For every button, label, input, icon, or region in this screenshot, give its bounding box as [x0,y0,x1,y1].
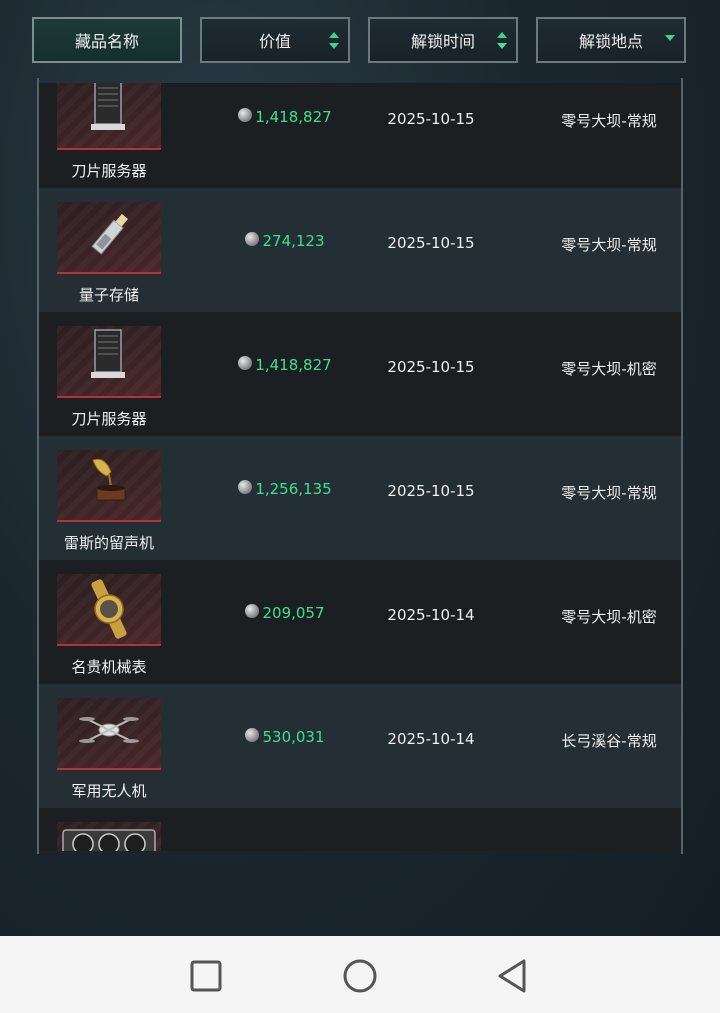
server-icon [57,326,161,398]
coin-icon [238,480,253,494]
home-icon[interactable] [340,956,380,996]
sort-name-label: 藏品名称 [74,32,139,51]
collection-row[interactable]: 名贵机械表 209,057 2025-10-14 零号大坝-机密 [39,560,681,684]
sort-value-label: 价值 [258,32,291,51]
graphics-card-icon [57,822,161,851]
item-value: 274,123 [231,232,339,250]
collection-screen: 藏品名称 价值 解锁时间 解锁地点 刀片服务器 1,418,827 2025-1… [0,0,720,936]
collection-row[interactable] [39,808,681,851]
sort-time-label: 解锁时间 [410,32,475,51]
item-value: 1,256,135 [231,480,339,498]
sort-by-location-button[interactable]: 解锁地点 [536,17,686,63]
collection-row[interactable]: 量子存储 274,123 2025-10-15 零号大坝-常规 [39,188,681,312]
collection-row[interactable]: 刀片服务器 1,418,827 2025-10-15 零号大坝-常规 [39,83,681,188]
item-name: 军用无人机 [71,782,147,800]
unlock-date: 2025-10-14 [387,730,475,748]
item-value: 1,418,827 [231,356,339,374]
sort-arrows-icon [496,31,508,53]
unlock-date: 2025-10-15 [387,110,475,128]
item-name: 量子存储 [78,286,139,304]
coin-icon [245,604,260,618]
unlock-location: 零号大坝-常规 [561,484,657,502]
item-value: 530,031 [231,728,339,746]
watch-icon [57,574,161,646]
sort-by-name-button[interactable]: 藏品名称 [32,17,182,63]
coin-icon [245,232,260,246]
usb-drive-icon [57,202,161,274]
item-value: 209,057 [231,604,339,622]
item-name: 刀片服务器 [71,162,147,180]
collection-list[interactable]: 刀片服务器 1,418,827 2025-10-15 零号大坝-常规 量子存储 … [39,83,681,851]
collection-row[interactable]: 军用无人机 530,031 2025-10-14 长弓溪谷-常规 [39,684,681,808]
value-text: 209,057 [262,604,325,622]
server-icon [57,83,161,150]
recent-apps-icon[interactable] [186,956,226,996]
item-value: 1,418,827 [231,108,339,126]
unlock-date: 2025-10-15 [387,234,475,252]
dropdown-arrow-icon [664,31,676,53]
item-name: 名贵机械表 [71,658,147,676]
unlock-date: 2025-10-15 [387,482,475,500]
sort-location-label: 解锁地点 [578,32,643,51]
sort-bar: 藏品名称 价值 解锁时间 解锁地点 [0,17,720,65]
value-text: 530,031 [262,728,325,746]
collection-row[interactable]: 刀片服务器 1,418,827 2025-10-15 零号大坝-机密 [39,312,681,436]
item-name: 雷斯的留声机 [63,534,154,552]
unlock-location: 零号大坝-机密 [561,360,657,378]
back-icon[interactable] [494,956,534,996]
unlock-date: 2025-10-14 [387,606,475,624]
sort-arrows-icon [328,31,340,53]
unlock-location: 长弓溪谷-常规 [561,732,657,750]
unlock-date: 2025-10-15 [387,358,475,376]
unlock-location: 零号大坝-机密 [561,608,657,626]
collection-row[interactable]: 雷斯的留声机 1,256,135 2025-10-15 零号大坝-常规 [39,436,681,560]
value-text: 274,123 [262,232,325,250]
value-text: 1,418,827 [255,108,332,126]
sort-by-value-button[interactable]: 价值 [200,17,350,63]
value-text: 1,418,827 [255,356,332,374]
drone-icon [57,698,161,770]
coin-icon [238,108,253,122]
value-text: 1,256,135 [255,480,332,498]
item-name: 刀片服务器 [71,410,147,428]
coin-icon [245,728,260,742]
coin-icon [238,356,253,370]
unlock-location: 零号大坝-常规 [561,112,657,130]
system-navigation-bar [0,936,720,1013]
unlock-location: 零号大坝-常规 [561,236,657,254]
gramophone-icon [57,450,161,522]
sort-by-time-button[interactable]: 解锁时间 [368,17,518,63]
